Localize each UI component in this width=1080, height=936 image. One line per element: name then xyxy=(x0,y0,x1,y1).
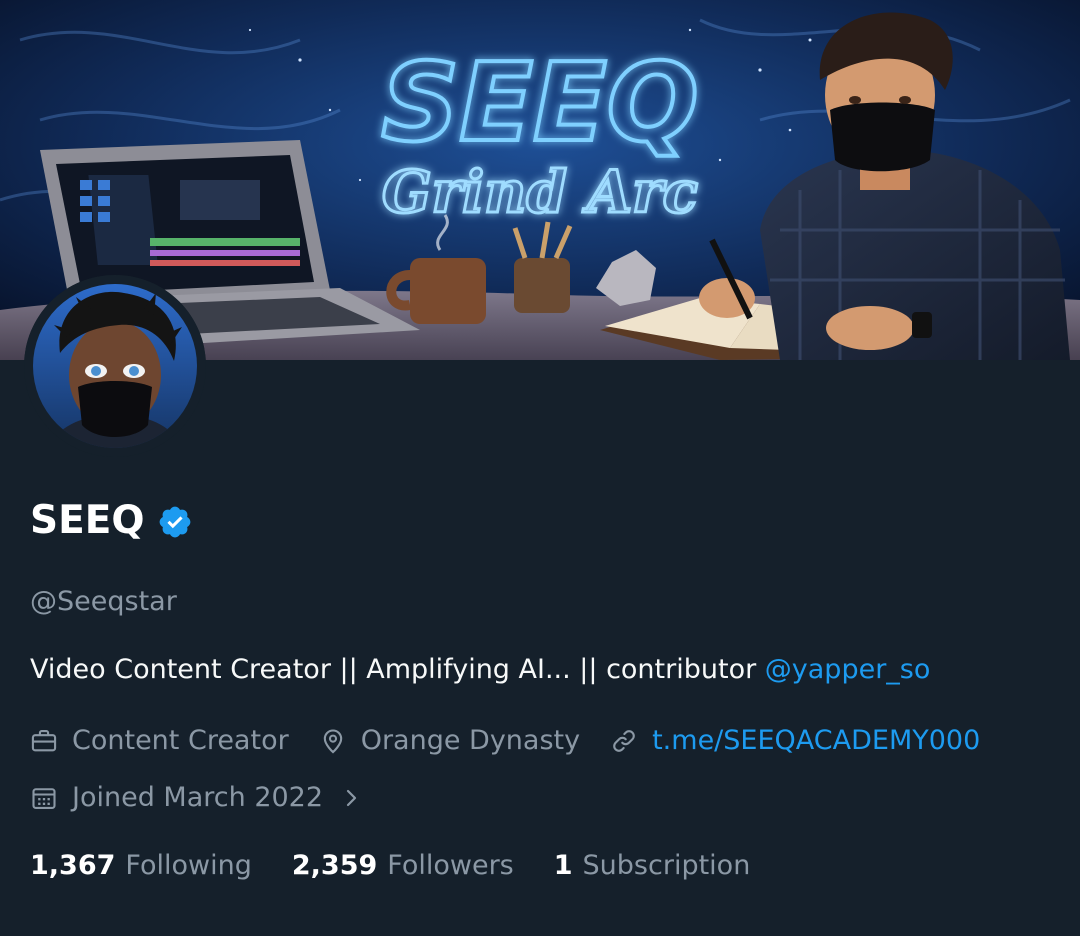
verified-badge-icon[interactable] xyxy=(157,504,193,540)
followers-label: Followers xyxy=(387,850,514,881)
following-label: Following xyxy=(125,850,252,881)
avatar[interactable] xyxy=(24,275,206,457)
website-item: t.me/SEEQACADEMY000 xyxy=(610,723,980,759)
bio-text: Video Content Creator || Amplifying AI..… xyxy=(30,654,765,685)
bio: Video Content Creator || Amplifying AI..… xyxy=(30,652,930,688)
category-label: Content Creator xyxy=(72,725,289,756)
joined-label: Joined March 2022 xyxy=(72,782,324,813)
subscription-count: 1 xyxy=(553,850,573,881)
location-item: Orange Dynasty xyxy=(319,723,580,759)
chevron-right-icon[interactable] xyxy=(339,786,363,810)
joined-item: Joined March 2022 xyxy=(30,780,323,816)
location-label: Orange Dynasty xyxy=(360,725,581,756)
calendar-icon xyxy=(32,788,56,809)
subscription-stat[interactable]: 1 Subscription xyxy=(554,848,751,884)
followers-count: 2,359 xyxy=(291,850,378,881)
display-name-row: SEEQ xyxy=(30,496,193,546)
banner-title-sub: Grind Arc xyxy=(382,158,698,226)
profile-stats: 1,367 Following 2,359 Followers 1 Subscr… xyxy=(30,848,750,884)
following-count: 1,367 xyxy=(30,850,116,881)
profile-page: SEEQ Grind Arc SEEQ @Seeqstar Video Cont… xyxy=(0,0,1080,936)
joined-row[interactable]: Joined March 2022 xyxy=(30,780,363,816)
category-item: Content Creator xyxy=(30,723,289,759)
subscription-label: Subscription xyxy=(582,850,751,881)
username-handle: @Seeqstar xyxy=(30,586,177,617)
following-stat[interactable]: 1,367 Following xyxy=(30,848,252,884)
display-name: SEEQ xyxy=(30,498,145,543)
followers-stat[interactable]: 2,359 Followers xyxy=(292,848,514,884)
bio-mention-link[interactable]: @yapper_so xyxy=(765,654,931,685)
avatar-image xyxy=(24,275,206,457)
profile-meta-row: Content Creator Orange Dynasty t.me/SEEQ… xyxy=(30,723,980,759)
banner-title-main: SEEQ xyxy=(381,41,698,166)
location-pin-icon xyxy=(323,729,342,754)
link-icon xyxy=(613,730,635,752)
briefcase-icon xyxy=(31,730,57,752)
website-link[interactable]: t.me/SEEQACADEMY000 xyxy=(652,723,980,759)
